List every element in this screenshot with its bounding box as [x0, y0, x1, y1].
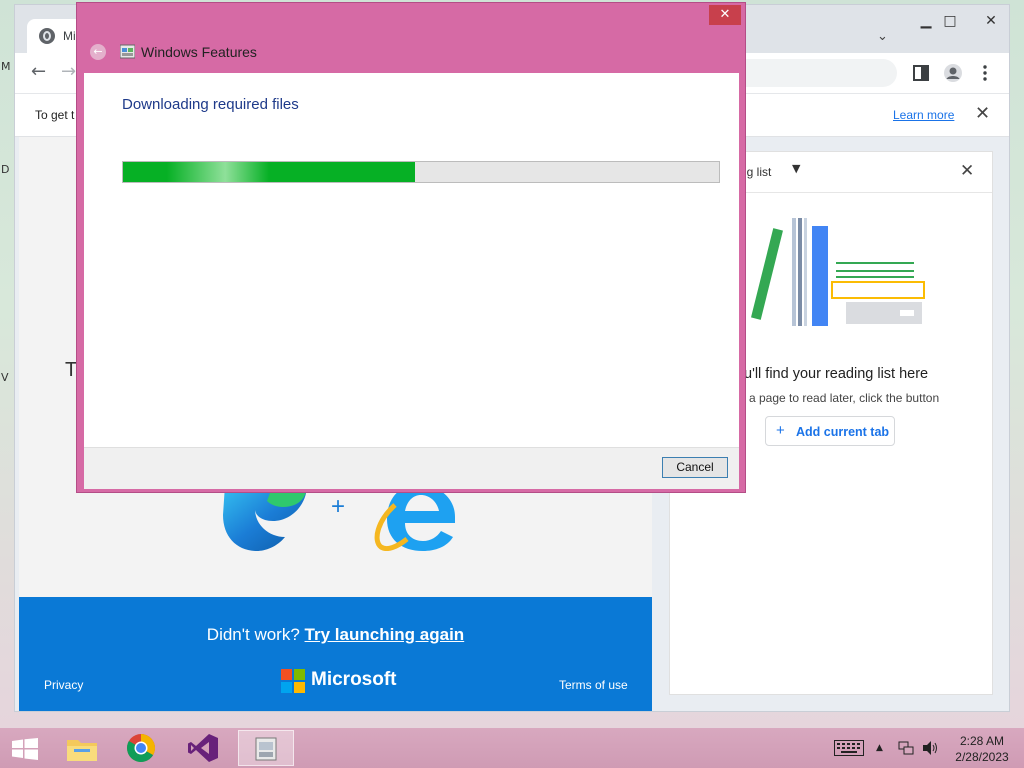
dialog-back-icon[interactable]: ←: [90, 44, 106, 60]
windows-features-icon: [255, 737, 277, 761]
file-explorer-taskbar-button[interactable]: [54, 730, 110, 766]
reading-list-empty-heading: u'll find your reading list here: [744, 366, 929, 382]
chrome-taskbar-button[interactable]: [114, 730, 170, 766]
cancel-button[interactable]: Cancel: [662, 457, 728, 478]
retry-message: Didn't work? Try launching again: [19, 625, 652, 645]
folder-icon: [67, 740, 97, 761]
side-panel-icon[interactable]: [911, 63, 931, 83]
show-hidden-icons-icon[interactable]: ▲: [876, 743, 883, 753]
dialog-close-button[interactable]: ✕: [709, 5, 741, 25]
desktop-icon-label: D: [1, 163, 10, 176]
reading-list-empty-subtext: a page to read later, click the button: [749, 391, 940, 405]
add-current-tab-button[interactable]: + Add current tab: [765, 416, 895, 446]
microsoft-brand-text: Microsoft: [311, 669, 397, 690]
dropdown-arrow-icon[interactable]: ▼: [792, 162, 800, 175]
download-progress-bar: [122, 161, 720, 183]
desktop-icon-label: M: [1, 60, 11, 73]
kebab-menu-icon[interactable]: [975, 63, 995, 83]
visual-studio-icon: [188, 734, 218, 762]
desktop-icon-label: V: [1, 371, 9, 384]
try-launching-again-link[interactable]: Try launching again: [305, 625, 465, 644]
plus-icon: +: [776, 422, 785, 439]
taskbar: ▲ 2:28 AM 2/28/2023: [0, 728, 1024, 768]
profile-avatar-icon[interactable]: [943, 63, 963, 83]
internet-explorer-logo-icon: [374, 485, 455, 551]
windows-features-taskbar-button[interactable]: [238, 730, 294, 766]
plus-sign: +: [331, 493, 346, 520]
system-clock[interactable]: 2:28 AM 2/28/2023: [944, 733, 1020, 765]
close-panel-icon[interactable]: ✕: [960, 161, 974, 181]
network-icon[interactable]: [898, 740, 914, 756]
tab-search-chevron-icon[interactable]: ⌄: [877, 29, 888, 44]
dialog-heading: Downloading required files: [122, 96, 299, 113]
clock-time: 2:28 AM: [959, 734, 1005, 748]
terms-of-use-link[interactable]: Terms of use: [559, 678, 628, 692]
download-progress-fill: [123, 162, 416, 182]
footer-band: Didn't work? Try launching again Privacy…: [19, 597, 652, 711]
volume-icon[interactable]: [922, 740, 940, 756]
tab-title: Mi: [63, 29, 76, 43]
touch-keyboard-icon[interactable]: [834, 740, 864, 756]
forward-button[interactable]: →: [61, 61, 76, 82]
didnt-work-text: Didn't work?: [206, 625, 300, 644]
dialog-footer: Cancel: [84, 447, 739, 489]
add-current-tab-label: Add current tab: [796, 425, 890, 439]
microsoft-logo-icon: [281, 669, 305, 693]
reading-list-illustration: [751, 218, 925, 326]
chrome-icon: [127, 734, 155, 762]
windows-features-icon: [120, 44, 135, 59]
visual-studio-taskbar-button[interactable]: [176, 730, 232, 766]
clock-date: 2/28/2023: [955, 750, 1009, 764]
close-window-button[interactable]: ✕: [971, 13, 1011, 35]
edge-logo-icon: [223, 485, 307, 551]
globe-icon: [39, 28, 55, 44]
dialog-content: Downloading required files: [84, 73, 739, 447]
learn-more-link[interactable]: Learn more: [893, 108, 954, 122]
dialog-title: Windows Features: [141, 44, 257, 60]
windows-start-icon[interactable]: [12, 738, 38, 760]
info-bar-text: To get t: [35, 108, 75, 122]
windows-features-dialog: ✕ ← Windows Features Downloading require…: [76, 2, 746, 493]
privacy-link[interactable]: Privacy: [44, 678, 83, 692]
info-bar-close-icon[interactable]: ✕: [975, 103, 990, 124]
maximize-button[interactable]: □: [935, 13, 965, 35]
back-button[interactable]: ←: [31, 61, 46, 82]
